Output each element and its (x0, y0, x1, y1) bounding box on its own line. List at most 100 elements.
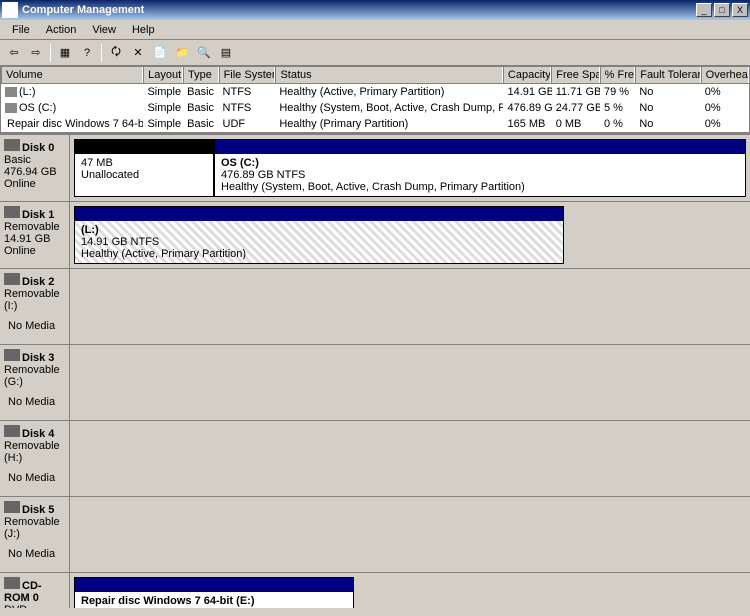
disk-type: DVD (4, 604, 65, 608)
forward-icon[interactable]: ⇨ (26, 43, 46, 63)
disk-type: Removable (G:) (4, 364, 65, 388)
table-body: (L:) Simple Basic NTFS Healthy (Active, … (1, 84, 749, 132)
col-freespace[interactable]: Free Space (551, 67, 599, 83)
col-filesystem[interactable]: File System (219, 67, 276, 83)
disk-partitions: (L:) 14.91 GB NTFS Healthy (Active, Prim… (70, 202, 750, 268)
disk-name: Disk 5 (22, 504, 54, 516)
settings-icon[interactable]: 📁 (172, 43, 192, 63)
disk-type: Removable (J:) (4, 516, 65, 540)
action-icon[interactable]: 🔍 (194, 43, 214, 63)
partition-info: 166 MB UDF (81, 607, 347, 608)
disk-partitions (70, 497, 750, 572)
close-button[interactable]: X (732, 3, 748, 17)
vol-cap: 165 MB (503, 117, 551, 131)
window-title: Computer Management (22, 4, 694, 16)
menu-action[interactable]: Action (38, 22, 85, 38)
content-area: Volume Layout Type File System Status Ca… (0, 66, 750, 616)
disk-partitions (70, 421, 750, 496)
partition-primary[interactable]: (L:) 14.91 GB NTFS Healthy (Active, Prim… (74, 206, 564, 264)
table-row[interactable]: (L:) Simple Basic NTFS Healthy (Active, … (1, 84, 749, 100)
col-type[interactable]: Type (183, 67, 219, 83)
disk-icon (4, 139, 20, 151)
back-icon[interactable]: ⇦ (4, 43, 24, 63)
vol-layout: Simple (143, 85, 183, 99)
disk-type: Removable (I:) (4, 288, 65, 312)
disk-state: Online (4, 178, 65, 190)
toolbar-separator (101, 44, 102, 62)
disk-label[interactable]: Disk 5 Removable (J:) No Media (0, 497, 70, 572)
vol-name: OS (C:) (19, 102, 56, 114)
title-bar: 🖥 Computer Management _ □ X (0, 0, 750, 20)
disk-row: CD-ROM 0 DVD 166 MB Online Repair disc W… (0, 573, 750, 608)
partition-unallocated[interactable]: 47 MB Unallocated (74, 139, 214, 197)
disk-row: Disk 4 Removable (H:) No Media (0, 421, 750, 497)
partition-header (75, 207, 563, 221)
menu-help[interactable]: Help (124, 22, 163, 38)
menu-view[interactable]: View (84, 22, 124, 38)
drive-icon (5, 87, 17, 97)
disk-partitions: 47 MB Unallocated OS (C:) 476.89 GB NTFS… (70, 135, 750, 201)
vol-name: Repair disc Windows 7 64-bit (E:) (7, 118, 143, 130)
disk-icon (4, 349, 20, 361)
disk-label[interactable]: CD-ROM 0 DVD 166 MB Online (0, 573, 70, 608)
table-row[interactable]: Repair disc Windows 7 64-bit (E:) Simple… (1, 116, 749, 132)
partition-header (215, 140, 745, 154)
disk-type: Removable (4, 221, 65, 233)
vol-layout: Simple (143, 101, 183, 115)
minimize-button[interactable]: _ (696, 3, 712, 17)
disk-name: Disk 1 (22, 209, 54, 221)
disk-partitions: Repair disc Windows 7 64-bit (E:) 166 MB… (70, 573, 750, 608)
table-row[interactable]: OS (C:) Simple Basic NTFS Healthy (Syste… (1, 100, 749, 116)
vol-free: 11.71 GB (552, 85, 600, 99)
show-hide-icon[interactable]: ▦ (55, 43, 75, 63)
vol-ft: No (635, 101, 700, 115)
vol-status: Healthy (System, Boot, Active, Crash Dum… (275, 101, 503, 115)
col-status[interactable]: Status (275, 67, 502, 83)
vol-status: Healthy (Primary Partition) (275, 117, 503, 131)
delete-icon[interactable]: ✕ (128, 43, 148, 63)
disk-label[interactable]: Disk 4 Removable (H:) No Media (0, 421, 70, 496)
disk-label[interactable]: Disk 1 Removable 14.91 GB Online (0, 202, 70, 268)
disk-label[interactable]: Disk 2 Removable (I:) No Media (0, 269, 70, 344)
col-faulttol[interactable]: Fault Tolerance (635, 67, 700, 83)
vol-ft: No (635, 117, 700, 131)
maximize-button[interactable]: □ (714, 3, 730, 17)
vol-fs: UDF (219, 117, 276, 131)
partition-header (75, 140, 213, 154)
cdrom-icon (4, 577, 20, 589)
menu-file[interactable]: File (4, 22, 38, 38)
vol-type: Basic (183, 101, 218, 115)
vol-pct: 5 % (600, 101, 635, 115)
vol-free: 0 MB (552, 117, 600, 131)
vol-cap: 14.91 GB (503, 85, 551, 99)
no-media-label: No Media (4, 464, 65, 492)
disk-label[interactable]: Disk 3 Removable (G:) No Media (0, 345, 70, 420)
disk-label[interactable]: Disk 0 Basic 476.94 GB Online (0, 135, 70, 201)
partition-status: Healthy (System, Boot, Active, Crash Dum… (221, 181, 739, 193)
disk-icon (4, 425, 20, 437)
more-icon[interactable]: ▤ (216, 43, 236, 63)
properties-icon[interactable]: 📄 (150, 43, 170, 63)
col-volume[interactable]: Volume (1, 67, 143, 83)
refresh-icon[interactable]: 🗘 (106, 43, 126, 63)
vol-ov: 0% (701, 117, 749, 131)
partition-primary[interactable]: OS (C:) 476.89 GB NTFS Healthy (System, … (214, 139, 746, 197)
vol-cap: 476.89 GB (503, 101, 551, 115)
disk-row: Disk 2 Removable (I:) No Media (0, 269, 750, 345)
vol-type: Basic (183, 85, 218, 99)
col-pctfree[interactable]: % Free (600, 67, 636, 83)
drive-icon (5, 103, 17, 113)
vol-pct: 0 % (600, 117, 635, 131)
col-capacity[interactable]: Capacity (503, 67, 551, 83)
disk-row: Disk 1 Removable 14.91 GB Online (L:) 14… (0, 202, 750, 269)
disk-icon (4, 206, 20, 218)
help-icon[interactable]: ? (77, 43, 97, 63)
vol-type: Basic (183, 117, 218, 131)
disk-name: Disk 2 (22, 276, 54, 288)
partition-primary[interactable]: Repair disc Windows 7 64-bit (E:) 166 MB… (74, 577, 354, 608)
col-overhead[interactable]: Overhead (701, 67, 749, 83)
vol-layout: Simple (143, 117, 183, 131)
disk-state: Online (4, 245, 65, 257)
col-layout[interactable]: Layout (143, 67, 183, 83)
partition-header (75, 578, 353, 592)
